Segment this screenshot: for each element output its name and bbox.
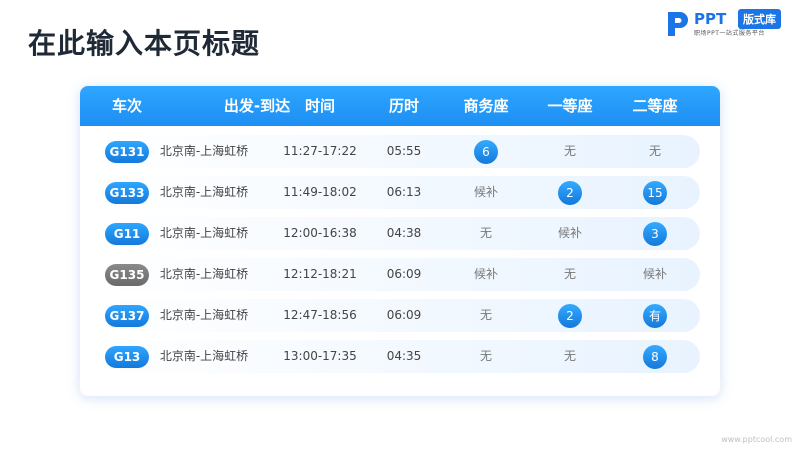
second-class-seat-status: 候补 [642,267,668,281]
logo-p-icon [668,12,688,36]
first-class-seat-status: 无 [563,349,577,363]
train-number-badge[interactable]: G131 [105,141,149,163]
first-class-seat-status: 无 [563,267,577,281]
first-class-seat-count-badge[interactable]: 2 [558,304,582,328]
table-row[interactable]: G135 北京南-上海虹桥 12:12-18:21 06:09 候补 无 候补 [100,258,700,291]
route-cell: 北京南-上海虹桥 [159,185,249,199]
time-cell: 13:00-17:35 [283,349,357,363]
route-cell: 北京南-上海虹桥 [159,349,249,363]
header-business: 商务座 [463,97,509,115]
table-row[interactable]: G131 北京南-上海虹桥 11:27-17:22 05:55 6 无 无 [100,135,700,168]
duration-cell: 06:09 [386,308,422,322]
duration-cell: 05:55 [386,144,422,158]
duration-cell: 04:38 [386,226,422,240]
time-cell: 12:00-16:38 [283,226,357,240]
table-row[interactable]: G11 北京南-上海虹桥 12:00-16:38 04:38 无 候补 3 [100,217,700,250]
logo-word: PPT [694,10,727,28]
duration-cell: 04:35 [386,349,422,363]
first-class-seat-count-badge[interactable]: 2 [558,181,582,205]
table-row[interactable]: G137 北京南-上海虹桥 12:47-18:56 06:09 无 2 有 [100,299,700,332]
route-cell: 北京南-上海虹桥 [159,226,249,240]
business-seat-status: 无 [479,349,493,363]
train-number-badge[interactable]: G133 [105,182,149,204]
train-number-badge[interactable]: G11 [105,223,149,245]
logo-subtitle: 职场PPT一站式服务平台 [694,30,765,37]
header-route: 出发-到达 [223,97,291,115]
business-seat-status: 候补 [473,267,499,281]
business-seat-status: 无 [479,308,493,322]
second-class-seat-count-badge[interactable]: 有 [643,304,667,328]
header-train: 车次 [111,97,143,115]
business-seat-status: 候补 [473,185,499,199]
first-class-seat-status: 候补 [557,226,583,240]
second-class-seat-count-badge[interactable]: 3 [643,222,667,246]
train-table: 车次 出发-到达 时间 历时 商务座 一等座 二等座 G131 北京南-上海虹桥 11:27-1… [80,86,720,396]
route-cell: 北京南-上海虹桥 [159,267,249,281]
time-cell: 11:27-17:22 [283,144,357,158]
second-class-seat-count-badge[interactable]: 15 [643,181,667,205]
logo-badge: 版式库 [738,9,781,29]
business-seat-count-badge[interactable]: 6 [474,140,498,164]
time-cell: 12:12-18:21 [283,267,357,281]
page-title: 在此输入本页标题 [28,27,261,60]
route-cell: 北京南-上海虹桥 [159,308,249,322]
header-second: 二等座 [632,97,678,115]
first-class-seat-status: 无 [563,144,577,158]
time-cell: 12:47-18:56 [283,308,357,322]
duration-cell: 06:09 [386,267,422,281]
time-cell: 11:49-18:02 [283,185,357,199]
train-number-badge[interactable]: G135 [105,264,149,286]
watermark: www.pptcool.com [721,435,792,444]
header-duration: 历时 [388,97,420,115]
second-class-seat-count-badge[interactable]: 8 [643,345,667,369]
table-row[interactable]: G13 北京南-上海虹桥 13:00-17:35 04:35 无 无 8 [100,340,700,373]
table-header: 车次 出发-到达 时间 历时 商务座 一等座 二等座 [80,86,720,126]
duration-cell: 06:13 [386,185,422,199]
header-time: 时间 [304,97,336,115]
route-cell: 北京南-上海虹桥 [159,144,249,158]
train-number-badge[interactable]: G137 [105,305,149,327]
train-number-badge[interactable]: G13 [105,346,149,368]
header-first: 一等座 [547,97,593,115]
table-row[interactable]: G133 北京南-上海虹桥 11:49-18:02 06:13 候补 2 15 [100,176,700,209]
second-class-seat-status: 无 [648,144,662,158]
ppt-logo: PPT 版式库 职场PPT一站式服务平台 [666,8,786,38]
business-seat-status: 无 [479,226,493,240]
